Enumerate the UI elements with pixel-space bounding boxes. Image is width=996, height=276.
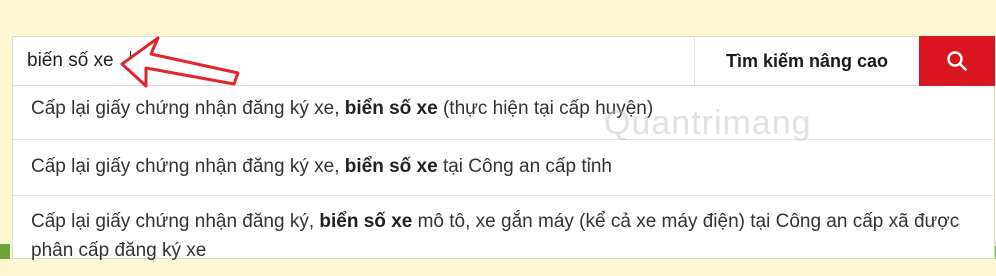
search-icon [947, 51, 967, 71]
suggestion-highlight: biển số xe [344, 98, 438, 119]
suggestion-item[interactable]: Cấp lại giấy chứng nhận đăng ký xe, biển… [13, 140, 994, 196]
advanced-search-button[interactable]: Tìm kiếm nâng cao [694, 37, 919, 85]
suggestion-text: Cấp lại giấy chứng nhận đăng ký, [31, 211, 320, 232]
suggestion-text: Cấp lại giấy chứng nhận đăng ký xe, [31, 98, 345, 119]
background-plant-left [0, 244, 10, 259]
suggestion-item[interactable]: Cấp lại giấy chứng nhận đăng ký, biển số… [13, 196, 994, 276]
search-button[interactable] [919, 36, 995, 86]
suggestion-text: (thực hiện tại cấp huyện) [437, 98, 654, 119]
suggestion-list: Cấp lại giấy chứng nhận đăng ký xe, biển… [12, 86, 995, 261]
search-input[interactable] [13, 37, 694, 85]
suggestion-text: tại Công an cấp tỉnh [437, 156, 612, 177]
suggestion-highlight: biển số xe [344, 156, 438, 177]
suggestion-highlight: biển số xe [319, 211, 413, 232]
suggestion-text: Cấp lại giấy chứng nhận đăng ký xe, [31, 156, 345, 177]
text-caret [130, 51, 131, 73]
search-bar: Tìm kiếm nâng cao [12, 36, 995, 86]
suggestion-item[interactable]: Cấp lại giấy chứng nhận đăng ký xe, biển… [13, 86, 994, 140]
